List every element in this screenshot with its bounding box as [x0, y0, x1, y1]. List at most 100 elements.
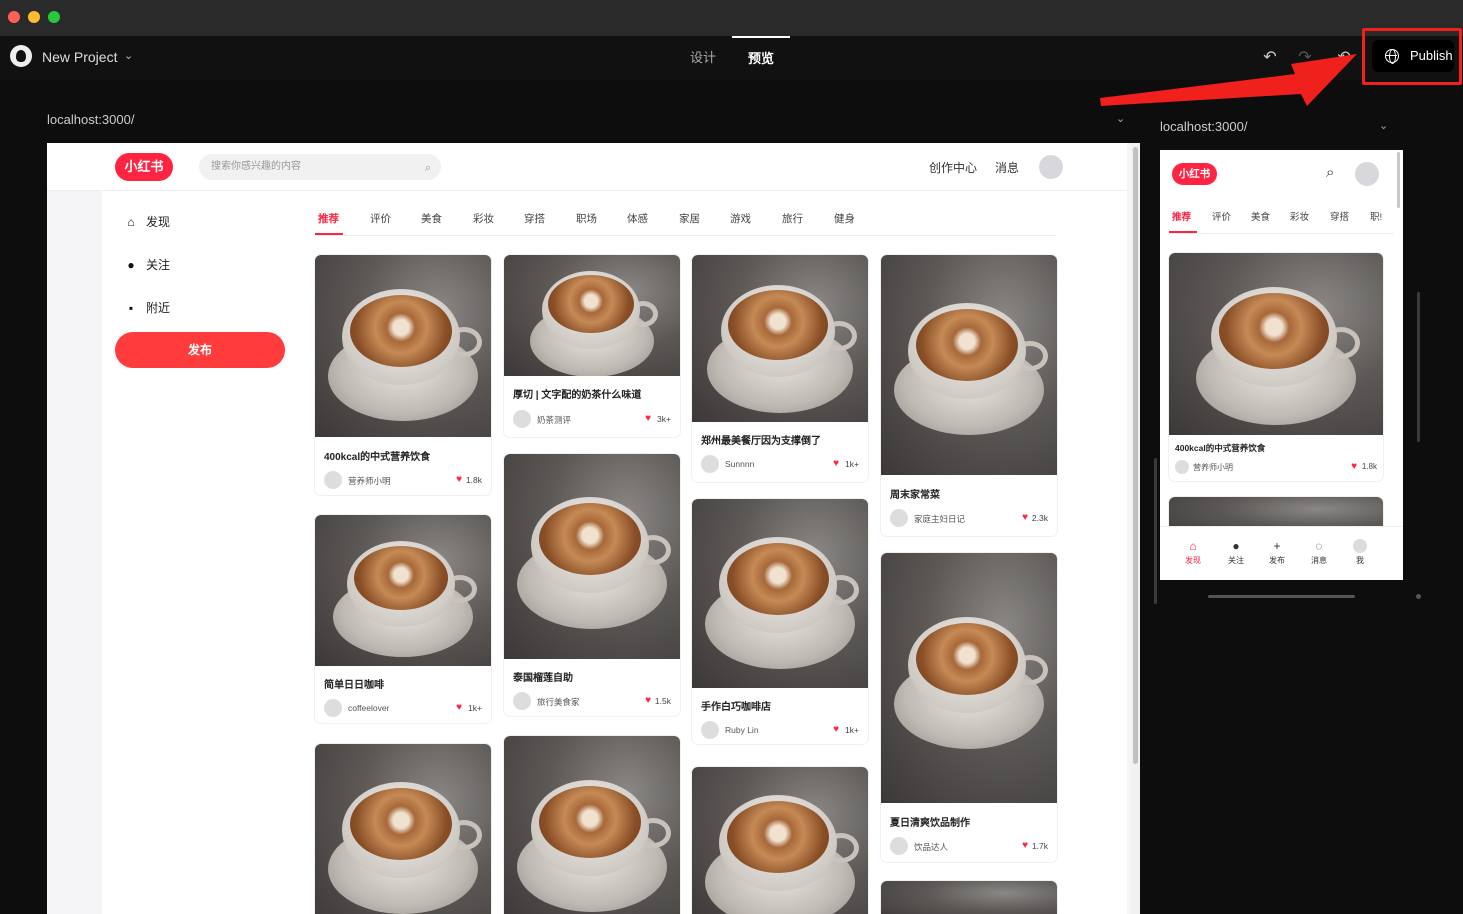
- heart-icon[interactable]: ♥: [456, 474, 462, 485]
- note-card[interactable]: 泰国榴莲自助 旅行美食家 ♥ 1.5k: [504, 454, 680, 716]
- mobile-address[interactable]: localhost:3000/: [1160, 119, 1247, 134]
- avatar[interactable]: [701, 721, 719, 739]
- tab-category[interactable]: 彩妆: [473, 211, 494, 226]
- note-card[interactable]: 周末家常菜 家庭主妇日记 ♥ 2.3k: [881, 255, 1057, 536]
- author-name[interactable]: 营养师小明: [1193, 462, 1233, 473]
- tab-category[interactable]: 美食: [421, 211, 442, 226]
- author-name[interactable]: 营养师小明: [348, 475, 391, 487]
- mobile-scrollbar-thumb[interactable]: [1397, 152, 1400, 208]
- author-name[interactable]: Sunnnn: [725, 459, 754, 469]
- tab-category[interactable]: 彩妆: [1290, 209, 1309, 223]
- tab-recommend[interactable]: 推荐: [1172, 209, 1191, 223]
- heart-icon[interactable]: ♥: [1022, 512, 1028, 523]
- note-card[interactable]: [692, 767, 868, 914]
- avatar[interactable]: [1355, 162, 1379, 186]
- note-card[interactable]: 400kcal的中式营养饮食 营养师小明 ♥ 1.8k: [1169, 253, 1383, 481]
- site-logo[interactable]: 小红书: [1172, 163, 1217, 185]
- tab-category[interactable]: 游戏: [730, 211, 751, 226]
- note-title[interactable]: 泰国榴莲自助: [513, 669, 573, 684]
- heart-icon[interactable]: ♥: [645, 413, 651, 424]
- note-title[interactable]: 夏日清爽饮品制作: [890, 814, 970, 829]
- tab-category[interactable]: 旅行: [782, 211, 803, 226]
- publish-button[interactable]: Publish: [1372, 40, 1454, 72]
- sidebar-item-discover[interactable]: ⌂ 发现: [124, 213, 170, 233]
- note-card[interactable]: 夏日清爽饮品制作 饮品达人 ♥ 1.7k: [881, 553, 1057, 862]
- chevron-down-icon[interactable]: ⌄: [124, 49, 133, 62]
- note-card[interactable]: [504, 736, 680, 914]
- author-name[interactable]: 家庭主妇日记: [914, 513, 965, 525]
- messages-link[interactable]: 消息: [995, 159, 1019, 176]
- creator-center-link[interactable]: 创作中心: [929, 159, 977, 176]
- note-card[interactable]: 400kcal的中式营养饮食 营养师小明 ♥ 1.8k: [315, 255, 491, 495]
- tab-category[interactable]: 穿搭: [524, 211, 545, 226]
- tab-messages[interactable]: ◌ 消息: [1304, 539, 1334, 566]
- tab-category[interactable]: 评价: [1212, 209, 1231, 223]
- avatar[interactable]: [890, 509, 908, 527]
- tab-recommend[interactable]: 推荐: [318, 211, 339, 226]
- desktop-address[interactable]: localhost:3000/: [47, 112, 134, 127]
- note-title[interactable]: 厚切 | 文字配的奶茶什么味道: [513, 386, 641, 401]
- avatar[interactable]: [701, 455, 719, 473]
- sidebar-item-nearby[interactable]: ▪ 附近: [124, 299, 170, 319]
- note-title[interactable]: 周末家常菜: [890, 486, 940, 501]
- publish-post-button[interactable]: 发布: [115, 332, 285, 368]
- tab-category[interactable]: 穿搭: [1330, 209, 1349, 223]
- avatar[interactable]: [513, 410, 531, 428]
- author-name[interactable]: 奶茶测评: [537, 414, 571, 426]
- avatar[interactable]: [890, 837, 908, 855]
- avatar[interactable]: [1039, 155, 1063, 179]
- heart-icon[interactable]: ♥: [1022, 840, 1028, 851]
- note-title[interactable]: 手作白巧咖啡店: [701, 698, 771, 713]
- avatar[interactable]: [513, 692, 531, 710]
- note-card[interactable]: [881, 881, 1057, 914]
- heart-icon[interactable]: ♥: [833, 724, 839, 735]
- note-card[interactable]: [315, 744, 491, 914]
- note-title[interactable]: 郑州最美餐厅因为支撑倒了: [701, 432, 821, 447]
- project-logo-icon[interactable]: [10, 45, 32, 67]
- heart-icon[interactable]: ♥: [833, 458, 839, 469]
- tab-category[interactable]: 评价: [370, 211, 391, 226]
- tab-publish[interactable]: + 发布: [1262, 539, 1292, 566]
- tab-category[interactable]: 职!: [1370, 209, 1382, 223]
- chevron-down-icon[interactable]: ⌄: [1116, 112, 1125, 125]
- author-name[interactable]: coffeelover: [348, 703, 389, 713]
- avatar[interactable]: [324, 699, 342, 717]
- avatar[interactable]: [324, 471, 342, 489]
- note-title[interactable]: 简单日日咖啡: [324, 676, 384, 691]
- scrollbar-thumb[interactable]: [1133, 147, 1138, 764]
- note-card[interactable]: 手作白巧咖啡店 Ruby Lin ♥ 1k+: [692, 499, 868, 744]
- note-card[interactable]: 简单日日咖啡 coffeelover ♥ 1k+: [315, 515, 491, 723]
- avatar[interactable]: [1175, 460, 1189, 474]
- heart-icon[interactable]: ♥: [1351, 461, 1357, 472]
- tab-category[interactable]: 体感: [627, 211, 648, 226]
- chevron-down-icon[interactable]: ⌄: [1379, 119, 1388, 132]
- project-name[interactable]: New Project: [42, 49, 117, 65]
- minimize-window-button[interactable]: [28, 11, 40, 23]
- author-name[interactable]: 饮品达人: [914, 841, 948, 853]
- note-card[interactable]: 厚切 | 文字配的奶茶什么味道 奶茶测评 ♥ 3k+: [504, 255, 680, 437]
- tab-category[interactable]: 职场: [576, 211, 597, 226]
- search-input[interactable]: 搜索你感兴趣的内容 ⌕: [199, 154, 441, 180]
- resize-dot-icon[interactable]: [1416, 594, 1421, 599]
- tab-me[interactable]: 我: [1345, 539, 1375, 566]
- note-card[interactable]: 郑州最美餐厅因为支撑倒了 Sunnnn ♥ 1k+: [692, 255, 868, 482]
- author-name[interactable]: Ruby Lin: [725, 725, 759, 735]
- heart-icon[interactable]: ♥: [456, 702, 462, 713]
- tab-category[interactable]: 美食: [1251, 209, 1270, 223]
- tab-preview[interactable]: 预览: [732, 36, 790, 80]
- sidebar-item-follow[interactable]: ● 关注: [124, 256, 170, 276]
- search-icon[interactable]: ⌕: [425, 155, 431, 181]
- tab-category[interactable]: 健身: [834, 211, 855, 226]
- search-icon[interactable]: ⌕: [1326, 164, 1334, 181]
- tab-follow[interactable]: ● 关注: [1221, 539, 1251, 566]
- maximize-window-button[interactable]: [48, 11, 60, 23]
- note-title[interactable]: 400kcal的中式营养饮食: [324, 448, 430, 463]
- tab-category[interactable]: 家居: [679, 211, 700, 226]
- heart-icon[interactable]: ♥: [645, 695, 651, 706]
- site-logo[interactable]: 小红书: [115, 153, 173, 181]
- note-title[interactable]: 400kcal的中式营养饮食: [1175, 442, 1265, 454]
- close-window-button[interactable]: [8, 11, 20, 23]
- tab-design[interactable]: 设计: [690, 36, 716, 80]
- author-name[interactable]: 旅行美食家: [537, 696, 580, 708]
- tab-discover[interactable]: ⌂ 发现: [1178, 539, 1208, 566]
